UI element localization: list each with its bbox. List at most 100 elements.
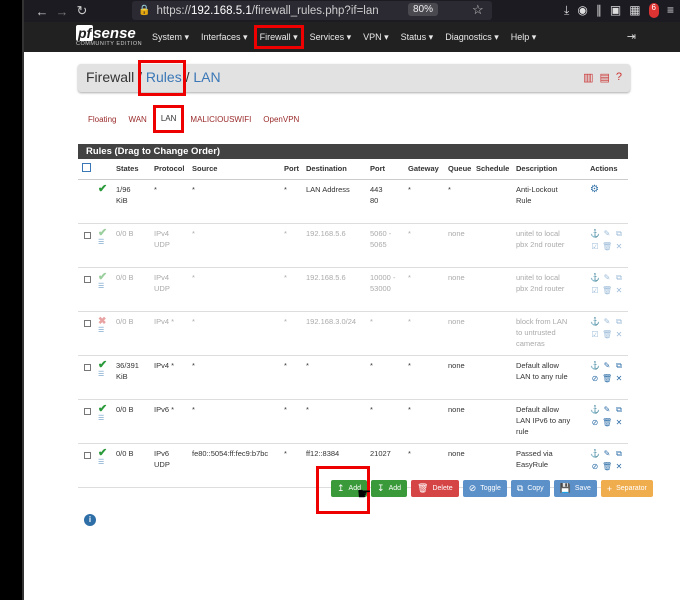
library-icon[interactable]: ∥	[596, 3, 602, 18]
pass-check-icon[interactable]: ✔	[98, 183, 107, 195]
download-icon[interactable]: ⤓	[564, 3, 569, 18]
row-checkbox[interactable]	[84, 275, 91, 283]
anchor-icon[interactable]: ⚓	[590, 272, 600, 283]
cell-states[interactable]: 1/96 KiB	[114, 179, 152, 224]
menu-status[interactable]: Status ▾	[395, 26, 440, 48]
copy-icon[interactable]: ⧉	[614, 272, 624, 283]
cell-source: *	[190, 311, 282, 356]
trash-icon[interactable]: 🗑	[602, 285, 612, 296]
row-checkbox[interactable]	[84, 363, 91, 371]
extension-icon[interactable]: ▦	[629, 3, 640, 18]
menu-interfaces[interactable]: Interfaces ▾	[195, 26, 254, 48]
menu-diagnostics[interactable]: Diagnostics ▾	[439, 26, 505, 48]
cell-states[interactable]: 0/0 B	[114, 267, 152, 312]
row-checkbox[interactable]	[84, 319, 91, 327]
menu-help[interactable]: Help ▾	[505, 26, 543, 48]
disable-icon[interactable]: ⊘	[590, 373, 600, 384]
delete-x-icon[interactable]: ✕	[614, 373, 624, 384]
copy-icon[interactable]: ⧉	[614, 404, 624, 415]
cell-states[interactable]: 0/0 B	[114, 311, 152, 356]
cell-source: *	[190, 355, 282, 400]
tab-floating[interactable]: Floating	[82, 112, 122, 128]
notification-badge[interactable]: 6	[648, 3, 659, 18]
table-row[interactable]: ✖ ☰ 0/0 B IPv4 * * * 192.168.3.0/24 * * none block…	[78, 311, 628, 356]
anchor-icon[interactable]: ⚓	[590, 404, 600, 415]
tab-openvpn[interactable]: OpenVPN	[257, 112, 305, 128]
edit-icon[interactable]: ✎	[602, 228, 612, 239]
anchor-icon[interactable]: ⚓	[590, 448, 600, 459]
delete-x-icon[interactable]: ✕	[614, 241, 624, 252]
trash-icon[interactable]: 🗑	[602, 329, 612, 340]
anchor-icon[interactable]: ⚓	[590, 316, 600, 327]
anchor-icon[interactable]: ⚓	[590, 228, 600, 239]
hamburger-menu-icon[interactable]: ≡	[667, 3, 674, 18]
trash-icon[interactable]: 🗑	[602, 417, 612, 428]
table-row[interactable]: ✔ ☰ 0/0 B IPv4 UDP * * 192.168.5.6 5060 - 5065 *…	[78, 223, 628, 268]
chart-icon[interactable]: ▥	[583, 71, 593, 84]
sidebar-icon[interactable]: ▣	[610, 3, 621, 18]
edit-icon[interactable]: ✎	[602, 316, 612, 327]
pfsense-logo[interactable]: pf sense COMMUNITY EDITION	[76, 25, 142, 47]
cell-states[interactable]: 0/0 B	[114, 399, 152, 444]
disable-icon[interactable]: ⊘	[590, 417, 600, 428]
help-icon[interactable]: ?	[616, 71, 622, 84]
disable-icon[interactable]: ⊘	[590, 461, 600, 472]
copy-button[interactable]: ⧉ Copy	[510, 480, 550, 497]
gear-icon[interactable]: ⚙	[590, 184, 599, 195]
select-all-checkbox[interactable]	[82, 163, 91, 173]
menu-system[interactable]: System ▾	[146, 26, 195, 48]
copy-icon[interactable]: ⧉	[614, 228, 624, 239]
add-bottom-button[interactable]: ↧ Add	[371, 480, 408, 497]
row-checkbox[interactable]	[84, 451, 91, 459]
breadcrumb-lan[interactable]: LAN	[193, 69, 220, 85]
info-icon[interactable]: i	[84, 514, 96, 526]
enable-icon[interactable]: ☑	[590, 329, 600, 340]
delete-x-icon[interactable]: ✕	[614, 417, 624, 428]
tab-maliciouswifi[interactable]: MALICIOUSWIFI	[184, 112, 257, 128]
bookmark-star-icon[interactable]: ☆	[472, 2, 484, 18]
trash-icon[interactable]: 🗑	[602, 241, 612, 252]
anchor-icon[interactable]: ⚓	[590, 360, 600, 371]
delete-x-icon[interactable]: ✕	[614, 461, 624, 472]
delete-x-icon[interactable]: ✕	[614, 285, 624, 296]
edit-icon[interactable]: ✎	[602, 404, 612, 415]
reload-icon[interactable]: ↻	[72, 3, 92, 19]
forward-icon[interactable]: →	[52, 4, 72, 19]
table-row[interactable]: ✔ 1/96 KiB * * * LAN Address 443 80 * * Anti-Lock…	[78, 179, 628, 224]
menu-vpn[interactable]: VPN ▾	[357, 26, 395, 48]
delete-button[interactable]: 🗑 Delete	[411, 480, 459, 497]
zoom-indicator[interactable]: 80%	[408, 3, 439, 16]
delete-x-icon[interactable]: ✕	[614, 329, 624, 340]
copy-icon[interactable]: ⧉	[614, 316, 624, 327]
copy-icon[interactable]: ⧉	[614, 360, 624, 371]
row-checkbox[interactable]	[84, 407, 91, 415]
back-icon[interactable]: ←	[32, 4, 52, 19]
edit-icon[interactable]: ✎	[602, 448, 612, 459]
edit-icon[interactable]: ✎	[602, 360, 612, 371]
account-icon[interactable]: ◉	[577, 3, 587, 18]
row-status-cell: ✔ ☰	[96, 223, 114, 268]
tab-lan[interactable]: LAN	[152, 105, 185, 133]
cell-states[interactable]: 0/0 B	[114, 443, 152, 488]
table-row[interactable]: ✔ ☰ 0/0 B IPv6 * * * * * * none Default allow LAN …	[78, 399, 628, 444]
edit-icon[interactable]: ✎	[602, 272, 612, 283]
trash-icon[interactable]: 🗑	[602, 373, 612, 384]
table-row[interactable]: ✔ ☰ 36/391 KiB IPv4 * * * * * * none Default allow…	[78, 355, 628, 400]
cell-states[interactable]: 36/391 KiB	[114, 355, 152, 400]
cell-states[interactable]: 0/0 B	[114, 223, 152, 268]
trash-icon[interactable]: 🗑	[602, 461, 612, 472]
tab-wan[interactable]: WAN	[122, 112, 152, 128]
table-row[interactable]: ✔ ☰ 0/0 B IPv4 UDP * * 192.168.5.6 10000 - 5300…	[78, 267, 628, 312]
logout-icon[interactable]: ⇥	[627, 30, 636, 43]
toggle-button[interactable]: ⊘ Toggle	[462, 480, 507, 497]
cell-protocol: IPv6 UDP	[152, 443, 190, 488]
menu-firewall[interactable]: Firewall ▾	[253, 25, 304, 49]
copy-icon[interactable]: ⧉	[614, 448, 624, 459]
save-button[interactable]: 💾 Save	[553, 480, 597, 497]
list-icon[interactable]: ▤	[599, 71, 609, 84]
separator-button[interactable]: + Separator	[600, 480, 653, 497]
enable-icon[interactable]: ☑	[590, 285, 600, 296]
enable-icon[interactable]: ☑	[590, 241, 600, 252]
row-checkbox[interactable]	[84, 231, 91, 239]
menu-services[interactable]: Services ▾	[304, 26, 358, 48]
